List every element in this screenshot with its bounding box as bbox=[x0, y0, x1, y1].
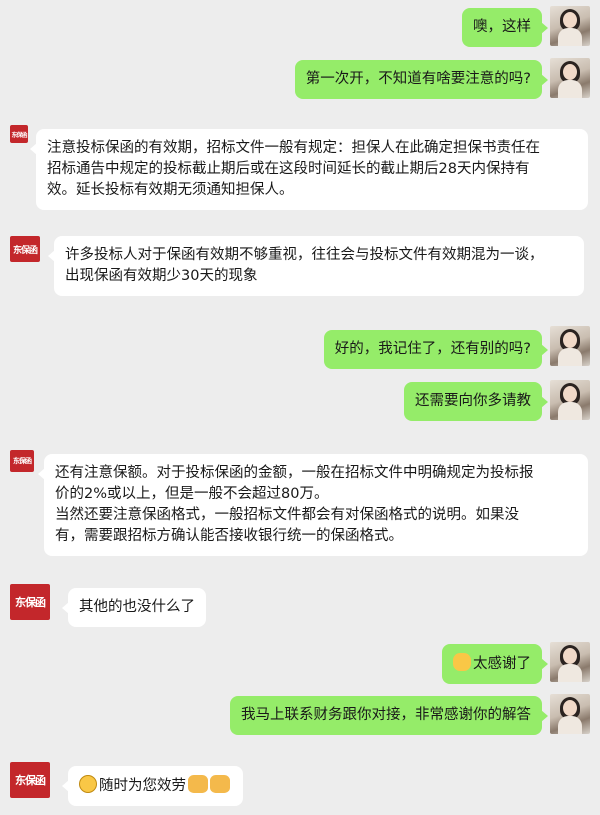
message-text: 我马上联系财务跟你对接，非常感谢你的解答 bbox=[241, 707, 531, 723]
message-text: 当然还要注意保函格式，一般招标文件都会有对保函格式的说明。如果没 bbox=[55, 507, 519, 523]
message-row-incoming: 东保函 随时为您效劳 bbox=[0, 762, 600, 810]
message-text: 还需要向你多请教 bbox=[415, 393, 531, 409]
message-bubble[interactable]: 还需要向你多请教 bbox=[404, 382, 548, 421]
message-bubble[interactable]: 随时为您效劳 bbox=[62, 766, 243, 806]
message-row-outgoing: 好的，我记住了，还有别的吗? bbox=[0, 326, 600, 370]
company-logo-avatar[interactable]: 东保函 bbox=[10, 450, 34, 472]
user-avatar[interactable] bbox=[550, 326, 590, 366]
message-bubble[interactable]: 许多投标人对于保函有效期不够重视，往往会与投标文件有效期混为一谈， 出现保函有效… bbox=[48, 236, 584, 296]
message-row-outgoing: 还需要向你多请教 bbox=[0, 380, 600, 424]
message-bubble[interactable]: 注意投标保函的有效期，招标文件一般有规定：担保人在此确定担保书责任在 招标通告中… bbox=[30, 129, 588, 210]
user-avatar[interactable] bbox=[550, 694, 590, 734]
message-text: 第一次开，不知道有啥要注意的吗? bbox=[305, 71, 531, 87]
user-avatar[interactable] bbox=[550, 380, 590, 420]
grin-emoji bbox=[79, 775, 97, 793]
message-bubble[interactable]: 好的，我记住了，还有别的吗? bbox=[323, 330, 549, 369]
message-text: 随时为您效劳 bbox=[99, 778, 186, 794]
company-logo-avatar[interactable]: 东保函 bbox=[10, 236, 40, 262]
message-text-with-emoji: 太感谢了 bbox=[453, 653, 531, 675]
message-text: 有，需要跟招标方确认能否接收银行统一的保函格式。 bbox=[55, 528, 403, 544]
user-avatar[interactable] bbox=[550, 642, 590, 682]
message-row-incoming: 东保函 注意投标保函的有效期，招标文件一般有规定：担保人在此确定担保书责任在 招… bbox=[0, 125, 600, 215]
message-text-with-emoji: 随时为您效劳 bbox=[79, 775, 232, 797]
message-row-incoming: 东保函 许多投标人对于保函有效期不够重视，往往会与投标文件有效期混为一谈， 出现… bbox=[0, 232, 600, 300]
message-text: 好的，我记住了，还有别的吗? bbox=[334, 341, 531, 357]
message-text: 注意投标保函的有效期，招标文件一般有规定：担保人在此确定担保书责任在 bbox=[47, 140, 540, 156]
message-text: 许多投标人对于保函有效期不够重视，往往会与投标文件有效期混为一谈， bbox=[65, 247, 544, 263]
message-text: 效。延长投标有效期无须通知担保人。 bbox=[47, 182, 294, 198]
company-logo-avatar[interactable]: 东保函 bbox=[10, 125, 28, 143]
message-bubble[interactable]: 太感谢了 bbox=[442, 644, 548, 684]
message-row-outgoing: 太感谢了 bbox=[0, 642, 600, 686]
message-row-incoming: 东保函 其他的也没什么了 bbox=[0, 584, 600, 632]
ok-hand-emoji bbox=[453, 653, 471, 671]
user-avatar[interactable] bbox=[550, 58, 590, 98]
message-bubble[interactable]: 还有注意保额。对于投标保函的金额，一般在招标文件中明确规定为投标报 价的2%或以… bbox=[38, 454, 588, 556]
message-text: 太感谢了 bbox=[473, 656, 531, 672]
message-row-outgoing: 第一次开，不知道有啥要注意的吗? bbox=[0, 58, 600, 102]
message-text: 招标通告中规定的投标截止期后或在这段时间延长的截止期后28天内保持有 bbox=[47, 161, 530, 177]
message-row-outgoing: 噢，这样 bbox=[0, 6, 600, 50]
handshake-emoji bbox=[188, 775, 208, 793]
message-text: 还有注意保额。对于投标保函的金额，一般在招标文件中明确规定为投标报 bbox=[55, 465, 534, 481]
message-bubble[interactable]: 噢，这样 bbox=[462, 8, 548, 47]
user-avatar[interactable] bbox=[550, 6, 590, 46]
message-text: 价的2%或以上，但是一般不会超过80万。 bbox=[55, 486, 329, 502]
company-logo-avatar[interactable]: 东保函 bbox=[10, 584, 50, 620]
message-text: 出现保函有效期少30天的现象 bbox=[65, 268, 258, 284]
message-row-outgoing: 我马上联系财务跟你对接，非常感谢你的解答 bbox=[0, 694, 600, 738]
message-bubble[interactable]: 第一次开，不知道有啥要注意的吗? bbox=[294, 60, 549, 99]
message-text: 噢，这样 bbox=[473, 19, 531, 35]
handshake-emoji bbox=[210, 775, 230, 793]
message-bubble[interactable]: 其他的也没什么了 bbox=[62, 588, 206, 627]
message-text: 其他的也没什么了 bbox=[79, 599, 195, 615]
message-row-incoming: 东保函 还有注意保额。对于投标保函的金额，一般在招标文件中明确规定为投标报 价的… bbox=[0, 450, 600, 570]
company-logo-avatar[interactable]: 东保函 bbox=[10, 762, 50, 798]
message-bubble[interactable]: 我马上联系财务跟你对接，非常感谢你的解答 bbox=[230, 696, 548, 735]
